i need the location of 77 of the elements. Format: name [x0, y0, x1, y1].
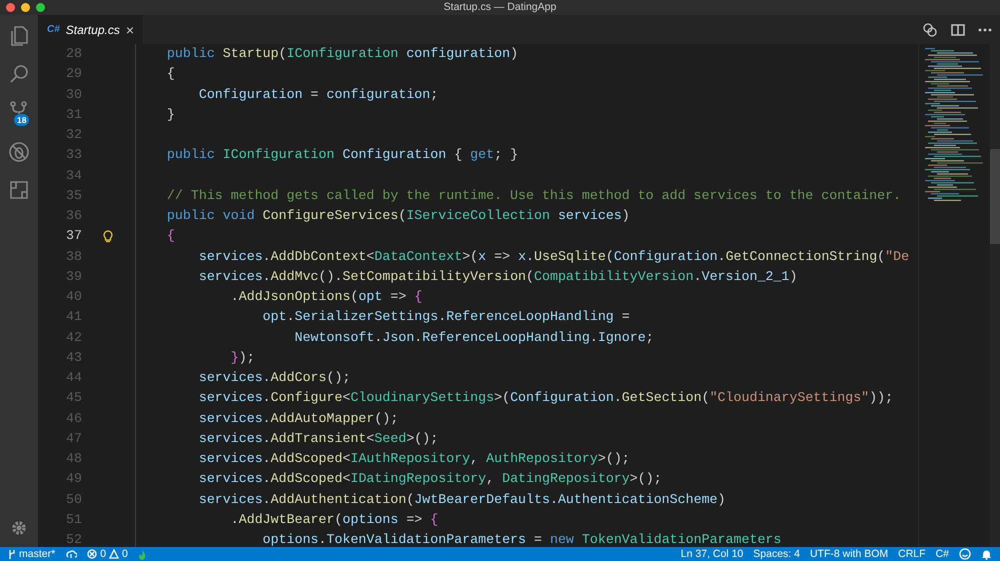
close-tab-button[interactable]: × — [126, 22, 134, 38]
line-number: 50 — [65, 490, 82, 508]
line-number: 44 — [65, 369, 82, 387]
code-comment: // This method gets called by the runtime. Use this method to add services to the container. — [166, 186, 902, 205]
line-number: 42 — [65, 328, 82, 346]
code-line: .AddJsonOptions(opt => { — [230, 288, 422, 306]
smiley-icon[interactable] — [959, 548, 971, 560]
indentation-setting[interactable]: Spaces: 4 — [753, 548, 800, 560]
file-tab[interactable]: C# Startup.cs × — [38, 15, 144, 44]
changes-count-badge: 18 — [14, 114, 30, 126]
line-number: 49 — [65, 470, 82, 488]
branch-button[interactable]: master* — [8, 548, 56, 560]
code-line: public void ConfigureServices(IServiceCollection services) — [166, 207, 630, 225]
line-number: 34 — [65, 166, 82, 184]
bell-icon[interactable] — [981, 548, 992, 560]
code-line: { — [166, 65, 175, 84]
line-number: 28 — [65, 45, 82, 63]
code-line: Configuration = configuration; — [198, 86, 438, 104]
language-mode[interactable]: C# — [936, 548, 949, 560]
error-icon — [87, 549, 98, 559]
code-line: services.Configure<CloudinarySettings>(Configuration.GetSection("CloudinarySettings")); — [198, 389, 894, 408]
line-number: 52 — [65, 531, 82, 547]
line-number: 36 — [65, 207, 82, 225]
line-number: 30 — [65, 86, 82, 104]
problems-button[interactable]: 0 0 — [87, 548, 128, 560]
code-line: services.AddScoped<IAuthRepository, AuthRepository>(); — [198, 450, 630, 468]
line-number: 38 — [65, 248, 82, 266]
line-number: 48 — [65, 450, 82, 468]
minimize-window-button[interactable] — [21, 3, 30, 12]
line-number: 32 — [65, 126, 82, 144]
extensions-icon[interactable] — [8, 179, 30, 201]
branch-icon — [8, 548, 16, 560]
line-number: 40 — [65, 288, 82, 306]
code-line: services.AddDbContext<DataContext>(x => x.UseSqlite(Configuration.GetConnectionString("De — [198, 248, 910, 266]
lightbulb-icon[interactable] — [103, 230, 113, 243]
close-window-button[interactable] — [6, 3, 15, 12]
code-line: opt.SerializerSettings.ReferenceLoopHandling = — [262, 308, 630, 326]
debug-icon[interactable] — [8, 141, 30, 163]
code-line: { — [166, 227, 175, 246]
search-icon[interactable] — [8, 63, 30, 85]
files-icon[interactable] — [8, 25, 30, 47]
window-title: Startup.cs — DatingApp — [444, 0, 556, 15]
line-number: 39 — [65, 268, 82, 286]
code-line: services.AddTransient<Seed>(); — [198, 430, 438, 448]
cursor-position[interactable]: Ln 37, Col 10 — [680, 548, 744, 560]
code-line: }); — [230, 348, 255, 367]
code-line: Newtonsoft.Json.ReferenceLoopHandling.Ignore; — [294, 328, 654, 346]
code-line: services.AddMvc().SetCompatibilityVersion(CompatibilityVersion.Version_2_1) — [198, 268, 798, 286]
line-number: 43 — [65, 348, 82, 367]
scrollbar-thumb[interactable] — [990, 149, 1000, 244]
line-number: 37 — [65, 227, 82, 246]
code-line: public IConfiguration Configuration { get; } — [166, 146, 518, 164]
code-line: public Startup(IConfiguration configuration) — [166, 45, 518, 63]
line-number: 45 — [65, 389, 82, 408]
code-line: services.AddAutoMapper(); — [198, 410, 398, 428]
line-number: 47 — [65, 430, 82, 448]
encoding-setting[interactable]: UTF-8 with BOM — [810, 548, 888, 560]
line-number: 29 — [65, 65, 82, 84]
line-number: 41 — [65, 308, 82, 326]
code-line: services.AddCors(); — [198, 369, 350, 387]
line-number: 51 — [65, 510, 82, 529]
line-ending-setting[interactable]: CRLF — [898, 548, 926, 560]
split-editor-icon[interactable] — [950, 22, 966, 38]
line-number: 33 — [65, 146, 82, 164]
code-line: .AddJwtBearer(options => { — [230, 510, 438, 529]
settings-icon[interactable] — [10, 519, 28, 537]
code-line: services.AddScoped<IDatingRepository, DatingRepository>(); — [198, 470, 662, 488]
code-line: services.AddAuthentication(JwtBearerDefaults.AuthenticationScheme) — [198, 490, 726, 508]
code-line: } — [166, 106, 175, 124]
line-number: 46 — [65, 410, 82, 428]
line-number: 31 — [65, 106, 82, 124]
sync-icon[interactable] — [65, 549, 78, 559]
open-changes-icon[interactable] — [922, 22, 938, 38]
line-number: 35 — [65, 186, 82, 205]
warning-icon — [109, 549, 120, 559]
maximize-window-button[interactable] — [36, 3, 45, 12]
code-line: options.TokenValidationParameters = new TokenValidationParameters — [262, 531, 782, 547]
